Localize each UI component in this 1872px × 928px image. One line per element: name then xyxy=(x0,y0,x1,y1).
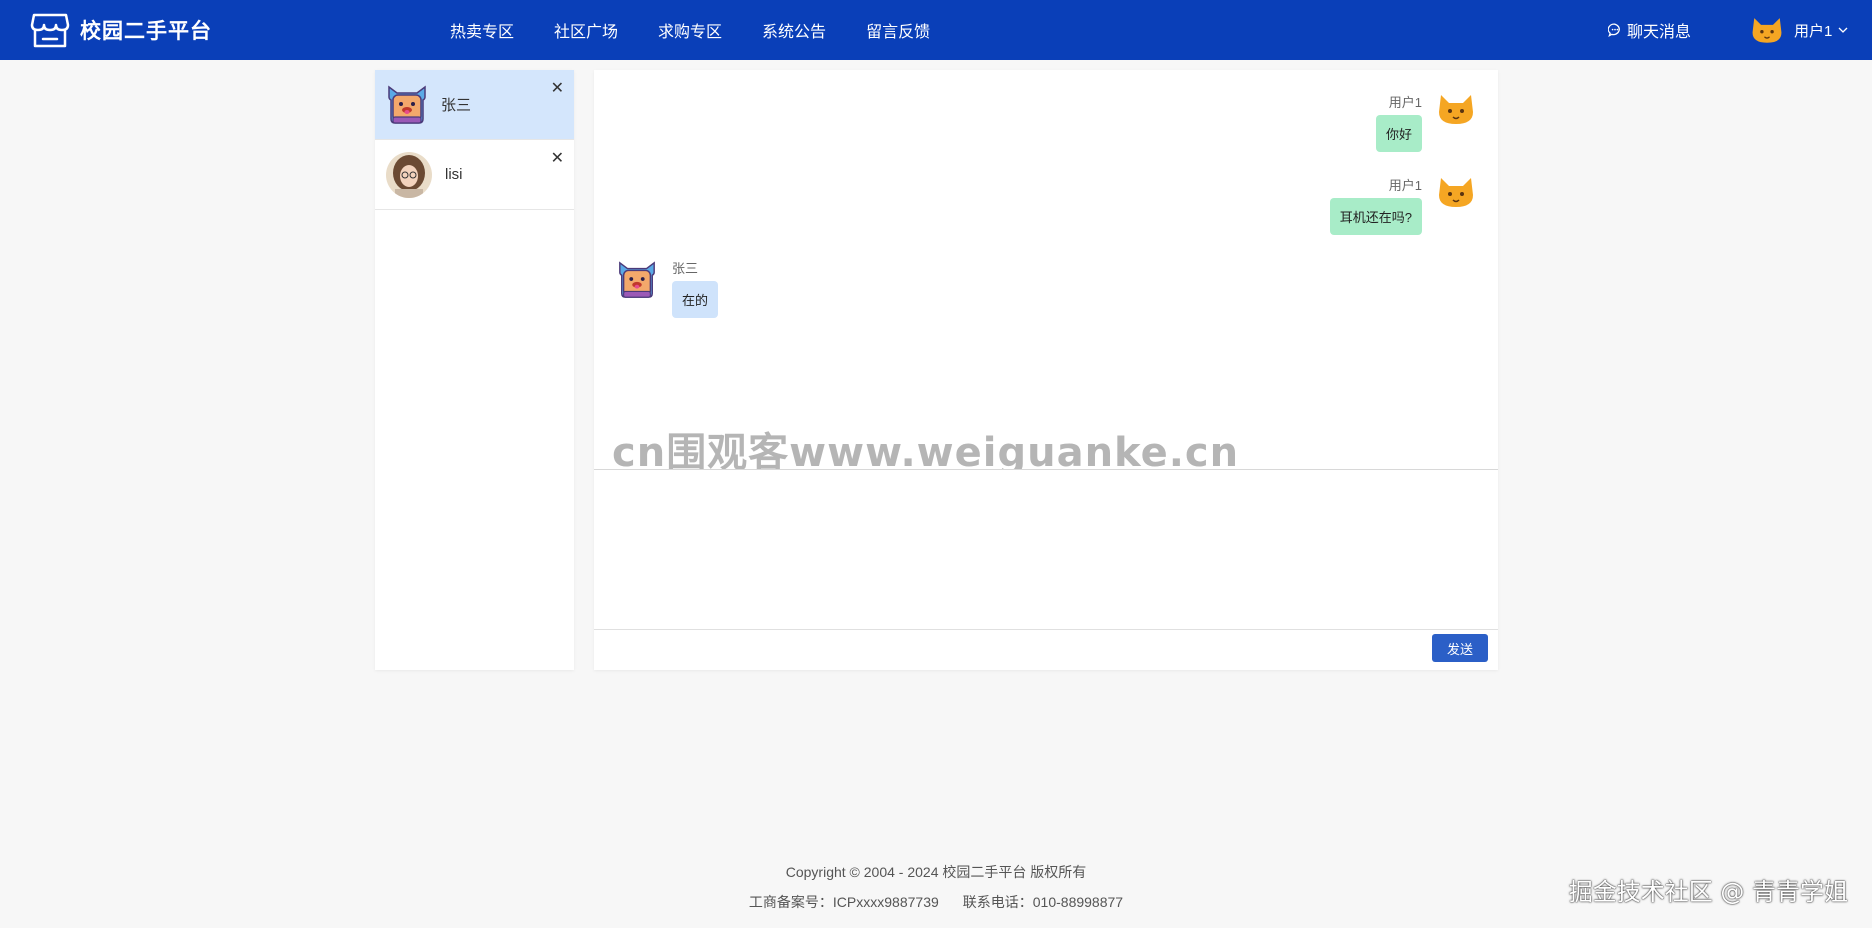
brand[interactable]: 校园二手平台 xyxy=(30,10,212,50)
cat-avatar-icon xyxy=(1439,95,1473,124)
brand-name: 校园二手平台 xyxy=(80,20,212,43)
message-sender: 张三 xyxy=(672,261,699,276)
message-sender: 用户1 xyxy=(1388,95,1422,110)
chat-bubble-icon xyxy=(1608,23,1620,37)
contact-name: 张三 xyxy=(441,97,472,114)
chevron-down-icon xyxy=(1838,27,1848,33)
cat-monster-avatar-icon xyxy=(388,85,426,124)
message-input[interactable] xyxy=(594,470,1498,629)
icp-number: 工商备案号：ICPxxxx9887739 xyxy=(748,894,939,910)
contact-list: 张三 ✕ lisi ✕ xyxy=(375,70,574,670)
contact-name: lisi xyxy=(445,166,463,183)
cat-monster-avatar-icon xyxy=(619,261,655,298)
store-logo-icon xyxy=(30,13,70,48)
close-icon[interactable]: ✕ xyxy=(551,148,564,168)
contact-item-lisi[interactable]: lisi ✕ xyxy=(375,140,574,210)
nav-community[interactable]: 社区广场 xyxy=(554,18,618,42)
contact-item-zhangsan[interactable]: 张三 ✕ xyxy=(375,70,574,140)
chat-link-label: 聊天消息 xyxy=(1627,24,1692,41)
main-nav: 热卖专区 社区广场 求购专区 系统公告 留言反馈 xyxy=(450,0,970,60)
nav-announcements[interactable]: 系统公告 xyxy=(762,18,826,42)
corner-watermark: 掘金技术社区 @ 青青学姐 xyxy=(1568,878,1848,906)
contact-phone: 联系电话：010-88998877 xyxy=(962,894,1124,910)
top-navbar: 校园二手平台 热卖专区 社区广场 求购专区 系统公告 留言反馈 聊天消息 用户1 xyxy=(0,0,1872,60)
divider xyxy=(594,629,1498,630)
girl-photo-avatar-icon xyxy=(386,151,432,198)
chat-panel: 用户1 你好 用户1 耳机还在吗? 张三 在的 cn围观客www.weiguan… xyxy=(594,70,1498,670)
message-bubble: 耳机还在吗? xyxy=(1329,198,1422,235)
message-item: 张三 在的 xyxy=(616,258,719,318)
nav-wanted[interactable]: 求购专区 xyxy=(658,18,722,42)
message-sender: 用户1 xyxy=(1388,178,1422,193)
cat-avatar-icon xyxy=(1752,18,1782,43)
message-bubble: 你好 xyxy=(1375,115,1422,152)
nav-hot-sale[interactable]: 热卖专区 xyxy=(450,18,514,42)
message-item: 用户1 耳机还在吗? xyxy=(1329,175,1476,235)
chat-messages-link[interactable]: 聊天消息 xyxy=(1608,0,1691,60)
cat-avatar-icon xyxy=(1439,178,1473,207)
message-list: 用户1 你好 用户1 耳机还在吗? 张三 在的 xyxy=(594,70,1498,470)
close-icon[interactable]: ✕ xyxy=(551,78,564,98)
send-button[interactable]: 发送 xyxy=(1432,634,1488,662)
user-name: 用户1 xyxy=(1794,22,1833,40)
message-item: 用户1 你好 xyxy=(1375,92,1476,152)
user-dropdown[interactable]: 用户1 xyxy=(1750,0,1848,60)
message-bubble: 在的 xyxy=(672,281,719,318)
nav-feedback[interactable]: 留言反馈 xyxy=(866,18,930,42)
